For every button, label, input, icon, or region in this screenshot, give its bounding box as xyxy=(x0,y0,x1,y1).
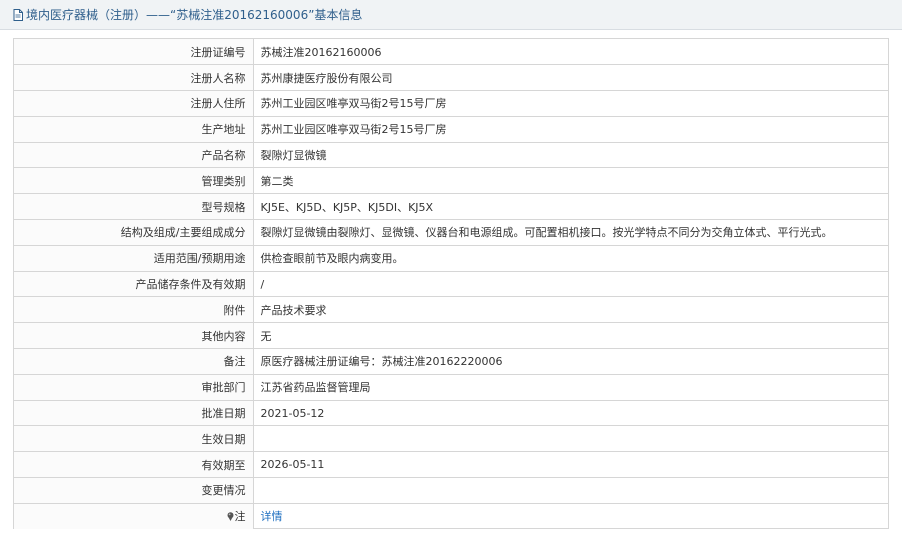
row-label: 附件 xyxy=(14,296,254,324)
row-value: 产品技术要求 xyxy=(253,296,888,324)
table-row: 注册人住所 苏州工业园区唯亭双马街2号15号厂房 xyxy=(14,90,888,117)
info-table: 注册证编号 苏械注准20162160006 注册人名称 苏州康捷医疗股份有限公司 注… xyxy=(14,39,888,530)
row-label: 批准日期 xyxy=(14,400,254,427)
table-row: 注册人名称 苏州康捷医疗股份有限公司 xyxy=(14,64,888,92)
row-value xyxy=(253,425,888,453)
row-value: 2021-05-12 xyxy=(253,400,888,427)
row-value: 苏州康捷医疗股份有限公司 xyxy=(253,64,888,92)
document-icon xyxy=(13,8,23,21)
row-value: 裂隙灯显微镜由裂隙灯、显微镜、仪器台和电源组成。可配置相机接口。按光学特点不同分… xyxy=(253,219,888,246)
table-row: 有效期至 2026-05-11 xyxy=(14,451,888,479)
table-row: 适用范围/预期用途 供检查眼前节及眼内病变用。 xyxy=(14,245,888,272)
row-value: KJ5E、KJ5D、KJ5P、KJ5DI、KJ5X xyxy=(253,193,888,221)
row-label: 生产地址 xyxy=(14,116,254,143)
info-table-body: 注册证编号 苏械注准20162160006 注册人名称 苏州康捷医疗股份有限公司 注… xyxy=(14,39,888,530)
page-header: 境内医疗器械（注册）——“苏械注准20162160006”基本信息 xyxy=(0,0,902,30)
row-value: 2026-05-11 xyxy=(253,451,888,479)
row-label: 型号规格 xyxy=(14,193,254,221)
table-row: 型号规格 KJ5E、KJ5D、KJ5P、KJ5DI、KJ5X xyxy=(14,193,888,221)
row-label: 注册证编号 xyxy=(14,39,254,66)
table-row: 备注 原医疗器械注册证编号：苏械注准20162220006 xyxy=(14,348,888,375)
row-value: 江苏省药品监督管理局 xyxy=(253,374,888,401)
row-label: 审批部门 xyxy=(14,374,254,401)
page-title: 境内医疗器械（注册）——“苏械注准20162160006”基本信息 xyxy=(26,8,363,22)
row-value: 供检查眼前节及眼内病变用。 xyxy=(253,245,888,272)
table-row: 批准日期 2021-05-12 xyxy=(14,400,888,427)
info-panel: 注册证编号 苏械注准20162160006 注册人名称 苏州康捷医疗股份有限公司 注… xyxy=(13,38,889,530)
table-row: 生效日期 xyxy=(14,425,888,453)
table-row: 产品名称 裂隙灯显微镜 xyxy=(14,142,888,169)
note-label-cell: 注 xyxy=(14,503,254,530)
row-label: 产品储存条件及有效期 xyxy=(14,271,254,298)
row-value: 第二类 xyxy=(253,167,888,195)
row-label: 管理类别 xyxy=(14,167,254,195)
row-label: 其他内容 xyxy=(14,322,254,350)
row-label: 备注 xyxy=(14,348,254,375)
row-value: 苏州工业园区唯亭双马街2号15号厂房 xyxy=(253,90,888,117)
row-label: 注册人名称 xyxy=(14,64,254,92)
note-row: 注 详情 xyxy=(14,503,888,530)
row-label: 注册人住所 xyxy=(14,90,254,117)
note-value-cell: 详情 xyxy=(253,503,888,529)
row-label: 变更情况 xyxy=(14,477,254,504)
pin-icon xyxy=(227,512,234,522)
table-row: 产品储存条件及有效期 / xyxy=(14,271,888,298)
table-row: 其他内容无 xyxy=(14,322,888,350)
row-label: 适用范围/预期用途 xyxy=(14,245,254,272)
row-value xyxy=(253,477,888,504)
table-row: 审批部门 江苏省药品监督管理局 xyxy=(14,374,888,401)
row-value: 无 xyxy=(253,322,888,350)
table-row: 变更情况 xyxy=(14,477,888,504)
table-row: 注册证编号 苏械注准20162160006 xyxy=(14,39,888,66)
row-value: / xyxy=(253,271,888,298)
details-link[interactable]: 详情 xyxy=(261,510,283,523)
note-label: 注 xyxy=(234,510,246,524)
table-row: 管理类别 第二类 xyxy=(14,167,888,195)
row-label: 产品名称 xyxy=(14,142,254,169)
table-row: 结构及组成/主要组成成分 裂隙灯显微镜由裂隙灯、显微镜、仪器台和电源组成。可配置相… xyxy=(14,219,888,246)
row-value: 原医疗器械注册证编号：苏械注准20162220006 xyxy=(253,348,888,375)
row-label: 有效期至 xyxy=(14,451,254,479)
row-value: 苏械注准20162160006 xyxy=(253,39,888,66)
table-row: 附件 产品技术要求 xyxy=(14,296,888,324)
table-row: 生产地址 苏州工业园区唯亭双马街2号15号厂房 xyxy=(14,116,888,143)
row-label: 结构及组成/主要组成成分 xyxy=(14,219,254,246)
row-label: 生效日期 xyxy=(14,425,254,453)
row-value: 苏州工业园区唯亭双马街2号15号厂房 xyxy=(253,116,888,143)
row-value: 裂隙灯显微镜 xyxy=(253,142,888,169)
